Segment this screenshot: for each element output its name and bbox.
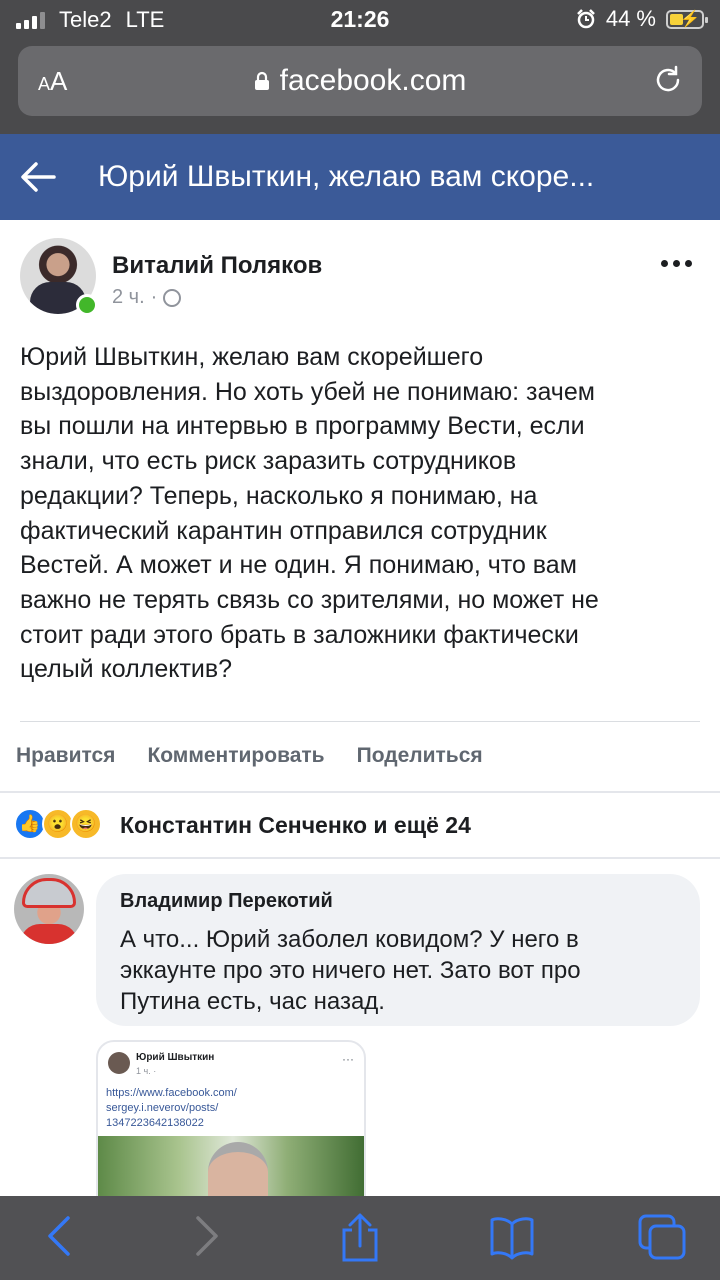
bookmarks-icon[interactable] (488, 1212, 536, 1260)
attachment-avatar (108, 1052, 130, 1074)
share-button[interactable]: Поделиться (357, 744, 483, 768)
comment-text: А что... Юрий заболел ковидом? У него в … (120, 924, 581, 1017)
lock-icon (254, 71, 269, 90)
post-line: выздоровления. Но хоть убей не понимаю: … (20, 377, 595, 406)
more-options-icon[interactable] (661, 260, 692, 267)
reactions-summary[interactable]: Константин Сенченко и ещё 24 (120, 812, 471, 839)
battery-icon: ⚡ (666, 9, 708, 29)
comment-attachment-image[interactable]: Юрий Швыткин 1 ч. · ··· https://www.face… (96, 1040, 366, 1200)
reload-icon[interactable] (652, 64, 684, 96)
globe-icon (163, 288, 182, 307)
url-display[interactable]: facebook.com (18, 64, 702, 98)
post-time[interactable]: 2 ч. (112, 286, 145, 309)
safari-toolbar (0, 1196, 720, 1280)
address-bar[interactable]: AA facebook.com (18, 46, 702, 116)
divider (20, 721, 700, 722)
post-author-name[interactable]: Виталий Поляков (112, 252, 322, 280)
post-line: Юрий Швыткин, желаю вам скорейшего (20, 343, 484, 371)
tabs-icon[interactable] (636, 1212, 688, 1262)
alarm-icon (576, 9, 595, 29)
comment-author[interactable]: Владимир Перекотий (120, 890, 333, 913)
post-line: важно не терять связь со зрителями, но м… (20, 585, 599, 614)
post-line: знали, что есть риск заразить сотруднико… (20, 447, 517, 476)
comment-line: Путина есть, час назад. (120, 988, 385, 1015)
comment-bubble[interactable]: Владимир Перекотий А что... Юрий заболел… (96, 874, 700, 1026)
divider (0, 791, 720, 793)
divider (0, 857, 720, 859)
attachment-more-icon: ··· (342, 1052, 354, 1066)
reaction-icons[interactable]: 👍 😮 😆 (14, 808, 102, 840)
url-text: facebook.com (279, 64, 467, 97)
status-bar: Tele2 LTE 21:26 44 % ⚡ (0, 0, 720, 40)
attachment-photo (98, 1136, 364, 1198)
post-line: фактический карантин отправился сотрудни… (20, 516, 547, 545)
browser-chrome: Tele2 LTE 21:26 44 % ⚡ AA facebook.com (0, 0, 720, 134)
fb-header: Юрий Швыткин, желаю вам скоре... (0, 134, 720, 220)
back-icon[interactable] (42, 1212, 76, 1260)
charging-icon: ⚡ (680, 10, 700, 28)
attachment-author: Юрий Швыткин (136, 1052, 215, 1063)
page-title: Юрий Швыткин, желаю вам скоре... (98, 160, 595, 193)
battery-percent: 44 % (605, 6, 656, 31)
attachment-link-line: 1347223642138022 (106, 1117, 204, 1129)
comment-line: А что... Юрий заболел ковидом? У него в (120, 926, 579, 953)
attachment-link-line: https://www.facebook.com/ (106, 1087, 237, 1099)
post-line: вы пошли на интервью в программу Вести, … (20, 412, 585, 441)
like-button[interactable]: Нравится (16, 744, 115, 768)
meta-separator: · (150, 286, 158, 308)
post-line: целый коллектив? (20, 655, 233, 684)
commenter-avatar[interactable] (14, 874, 84, 944)
attachment-time: 1 ч. · (136, 1066, 157, 1076)
post-actions: Нравится Комментировать Поделиться (16, 744, 515, 768)
post-line: стоит ради этого брать в заложники факти… (20, 620, 579, 649)
haha-icon: 😆 (70, 808, 102, 840)
post-body: Юрий Швыткин, желаю вам скорейшего выздо… (20, 340, 704, 687)
back-arrow-icon[interactable] (20, 160, 56, 194)
comment-button[interactable]: Комментировать (147, 744, 324, 768)
status-right: 44 % ⚡ (576, 6, 708, 32)
online-status-dot (76, 294, 98, 316)
attachment-link-line: sergey.i.neverov/posts/ (106, 1102, 219, 1114)
forward-icon[interactable] (190, 1212, 224, 1260)
comment-line: эккаунте про это ничего нет. Зато вот пр… (120, 957, 581, 984)
attachment-link: https://www.facebook.com/ sergey.i.never… (106, 1086, 237, 1131)
post-line: Вестей. А может и не один. Я понимаю, чт… (20, 551, 577, 580)
share-icon[interactable] (338, 1212, 382, 1264)
post-meta: 2 ч. · (112, 286, 182, 309)
post-line: редакции? Теперь, насколько я понимаю, н… (20, 481, 538, 510)
